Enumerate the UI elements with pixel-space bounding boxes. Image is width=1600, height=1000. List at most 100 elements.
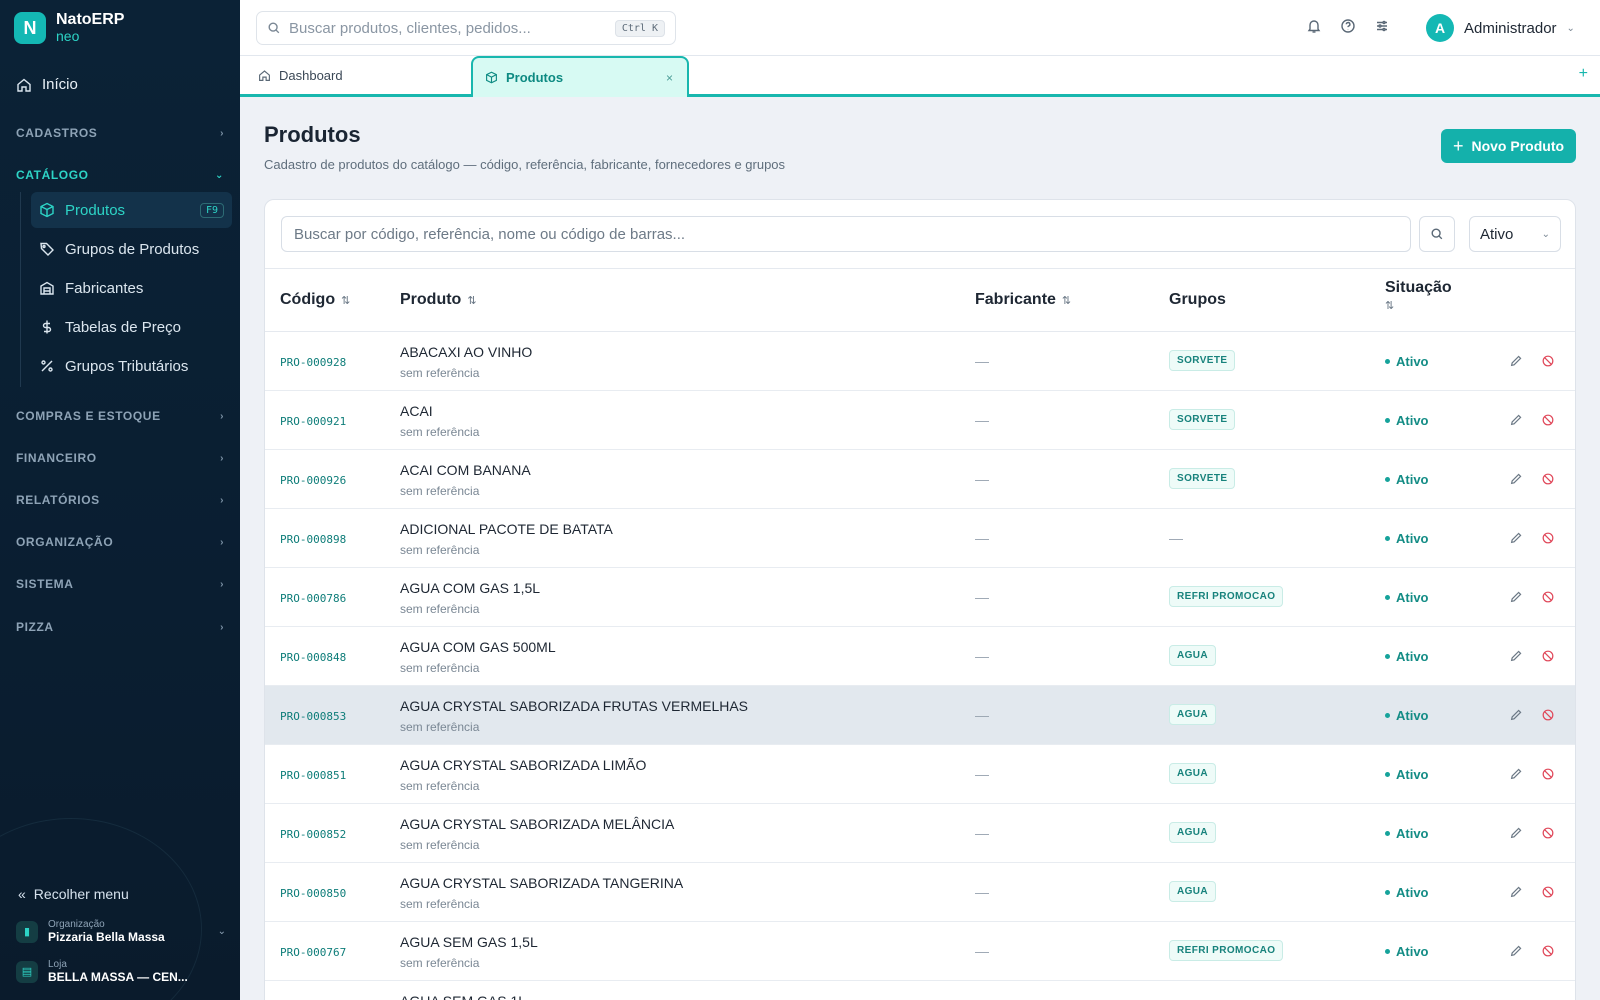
status-label: Ativo xyxy=(1396,413,1429,428)
collapse-menu-button[interactable]: « Recolher menu xyxy=(18,886,129,902)
product-code[interactable]: PRO-000848 xyxy=(280,651,346,664)
pencil-icon[interactable] xyxy=(1509,885,1523,899)
table-row[interactable]: AGUA SEM GAS 1L xyxy=(265,981,1575,1000)
product-reference: sem referência xyxy=(400,602,480,616)
table-row[interactable]: PRO-000850 AGUA CRYSTAL SABORIZADA TANGER… xyxy=(265,863,1575,922)
ban-icon[interactable] xyxy=(1541,767,1555,781)
new-product-button[interactable]: + Novo Produto xyxy=(1441,129,1576,163)
pencil-icon[interactable] xyxy=(1509,649,1523,663)
column-codigo[interactable]: Código ⇅ xyxy=(280,291,350,309)
table-row[interactable]: PRO-000767 AGUA SEM GAS 1,5L sem referênci… xyxy=(265,922,1575,981)
sidebar-item-grupos-produtos[interactable]: Grupos de Produtos xyxy=(31,231,232,267)
table-row[interactable]: PRO-000848 AGUA COM GAS 500ML sem referênc… xyxy=(265,627,1575,686)
sidebar-section-catalogo[interactable]: CATÁLOGO ⌄ xyxy=(16,168,224,182)
sidebar-item-label: Tabelas de Preço xyxy=(65,318,181,336)
table-row[interactable]: PRO-000921 ACAI sem referência — SORVETE Ativ… xyxy=(265,391,1575,450)
ban-icon[interactable] xyxy=(1541,885,1555,899)
pencil-icon[interactable] xyxy=(1509,590,1523,604)
pencil-icon[interactable] xyxy=(1509,472,1523,486)
column-fabricante[interactable]: Fabricante ⇅ xyxy=(975,291,1071,309)
pencil-icon[interactable] xyxy=(1509,413,1523,427)
status-badge: Ativo xyxy=(1385,413,1429,428)
sort-icon: ⇅ xyxy=(1385,300,1395,312)
column-label: Fabricante xyxy=(975,291,1056,308)
org-value: Pizzaria Bella Massa xyxy=(48,930,165,944)
user-name: Administrador xyxy=(1464,19,1557,37)
product-code[interactable]: PRO-000853 xyxy=(280,710,346,723)
ban-icon[interactable] xyxy=(1541,531,1555,545)
table-row[interactable]: PRO-000928 ABACAXI AO VINHO sem referência… xyxy=(265,332,1575,391)
factory-icon xyxy=(40,281,54,295)
pencil-icon[interactable] xyxy=(1509,531,1523,545)
product-code[interactable]: PRO-000851 xyxy=(280,769,346,782)
brand[interactable]: N NatoERP neo xyxy=(14,12,124,44)
close-icon[interactable]: × xyxy=(666,71,673,85)
tab-produtos[interactable]: Produtos × xyxy=(471,56,689,97)
sidebar-item-grupos-tributarios[interactable]: Grupos Tributários xyxy=(31,348,232,384)
product-code[interactable]: PRO-000850 xyxy=(280,887,346,900)
status-badge: Ativo xyxy=(1385,354,1429,369)
product-reference: sem referência xyxy=(400,425,480,439)
chevron-right-icon: › xyxy=(220,536,224,548)
status-dot xyxy=(1385,831,1390,836)
table-row[interactable]: PRO-000926 ACAI COM BANANA sem referência —… xyxy=(265,450,1575,509)
status-badge: Ativo xyxy=(1385,708,1429,723)
table-row[interactable]: PRO-000853 AGUA CRYSTAL SABORIZADA FRUTAS… xyxy=(265,686,1575,745)
tab-bar: Dashboard Produtos × + xyxy=(240,56,1600,97)
bell-icon[interactable] xyxy=(1306,18,1322,34)
pencil-icon[interactable] xyxy=(1509,708,1523,722)
search-button[interactable] xyxy=(1419,216,1455,252)
organization-selector[interactable]: ▮ Organização Pizzaria Bella Massa ⌄ xyxy=(16,919,226,944)
ban-icon[interactable] xyxy=(1541,413,1555,427)
ban-icon[interactable] xyxy=(1541,649,1555,663)
table-row[interactable]: PRO-000852 AGUA CRYSTAL SABORIZADA MELÂNC… xyxy=(265,804,1575,863)
column-situacao[interactable]: Situação ⇅ xyxy=(1385,279,1452,312)
product-search-input[interactable] xyxy=(281,216,1411,252)
ban-icon[interactable] xyxy=(1541,826,1555,840)
pencil-icon[interactable] xyxy=(1509,826,1523,840)
sidebar-section-cadastros[interactable]: CADASTROS › xyxy=(16,126,224,140)
chevron-right-icon: › xyxy=(220,578,224,590)
tab-dashboard[interactable]: Dashboard xyxy=(240,56,470,94)
product-code[interactable]: PRO-000852 xyxy=(280,828,346,841)
product-code[interactable]: PRO-000921 xyxy=(280,415,346,428)
column-label: Código xyxy=(280,291,336,308)
ban-icon[interactable] xyxy=(1541,944,1555,958)
status-filter-select[interactable]: Ativo ⌄ xyxy=(1469,216,1561,252)
pencil-icon[interactable] xyxy=(1509,354,1523,368)
table-row[interactable]: PRO-000898 ADICIONAL PACOTE DE BATATA sem … xyxy=(265,509,1575,568)
product-code[interactable]: PRO-000898 xyxy=(280,533,346,546)
sidebar-item-produtos[interactable]: Produtos F9 xyxy=(31,192,232,228)
table-row[interactable]: PRO-000851 AGUA CRYSTAL SABORIZADA LIMÃO s… xyxy=(265,745,1575,804)
sidebar-item-fabricantes[interactable]: Fabricantes xyxy=(31,270,232,306)
add-tab-button[interactable]: + xyxy=(1579,65,1588,83)
building-icon: ▮ xyxy=(16,920,38,943)
table-row[interactable]: PRO-000786 AGUA COM GAS 1,5L sem referênci… xyxy=(265,568,1575,627)
product-code[interactable]: PRO-000926 xyxy=(280,474,346,487)
product-code[interactable]: PRO-000928 xyxy=(280,356,346,369)
sidebar-section-sistema[interactable]: SISTEMA › xyxy=(16,577,224,591)
sidebar-section-pizza[interactable]: PIZZA › xyxy=(16,620,224,634)
sidebar-section-relatorios[interactable]: RELATÓRIOS › xyxy=(16,493,224,507)
sidebar-section-organizacao[interactable]: ORGANIZAÇÃO › xyxy=(16,535,224,549)
ban-icon[interactable] xyxy=(1541,590,1555,604)
store-selector[interactable]: ▤ Loja BELLA MASSA — CEN... xyxy=(16,959,226,984)
product-code[interactable]: PRO-000786 xyxy=(280,592,346,605)
help-icon[interactable] xyxy=(1340,18,1356,34)
ban-icon[interactable] xyxy=(1541,472,1555,486)
sidebar-section-financeiro[interactable]: FINANCEIRO › xyxy=(16,451,224,465)
pencil-icon[interactable] xyxy=(1509,767,1523,781)
settings-sliders-icon[interactable] xyxy=(1374,18,1390,34)
product-code[interactable]: PRO-000767 xyxy=(280,946,346,959)
catalog-submenu: Produtos F9 Grupos de Produtos Fabricant… xyxy=(20,192,232,387)
pencil-icon[interactable] xyxy=(1509,944,1523,958)
column-produto[interactable]: Produto ⇅ xyxy=(400,291,477,309)
sidebar-section-compras[interactable]: COMPRAS E ESTOQUE › xyxy=(16,409,224,423)
sidebar-item-tabelas-preco[interactable]: Tabelas de Preço xyxy=(31,309,232,345)
group-badge: SORVETE xyxy=(1169,468,1236,489)
sidebar-item-home[interactable]: Início xyxy=(16,76,78,93)
user-menu[interactable]: A Administrador ⌄ xyxy=(1426,14,1575,42)
global-search[interactable]: Buscar produtos, clientes, pedidos... Ct… xyxy=(256,11,676,45)
ban-icon[interactable] xyxy=(1541,708,1555,722)
ban-icon[interactable] xyxy=(1541,354,1555,368)
